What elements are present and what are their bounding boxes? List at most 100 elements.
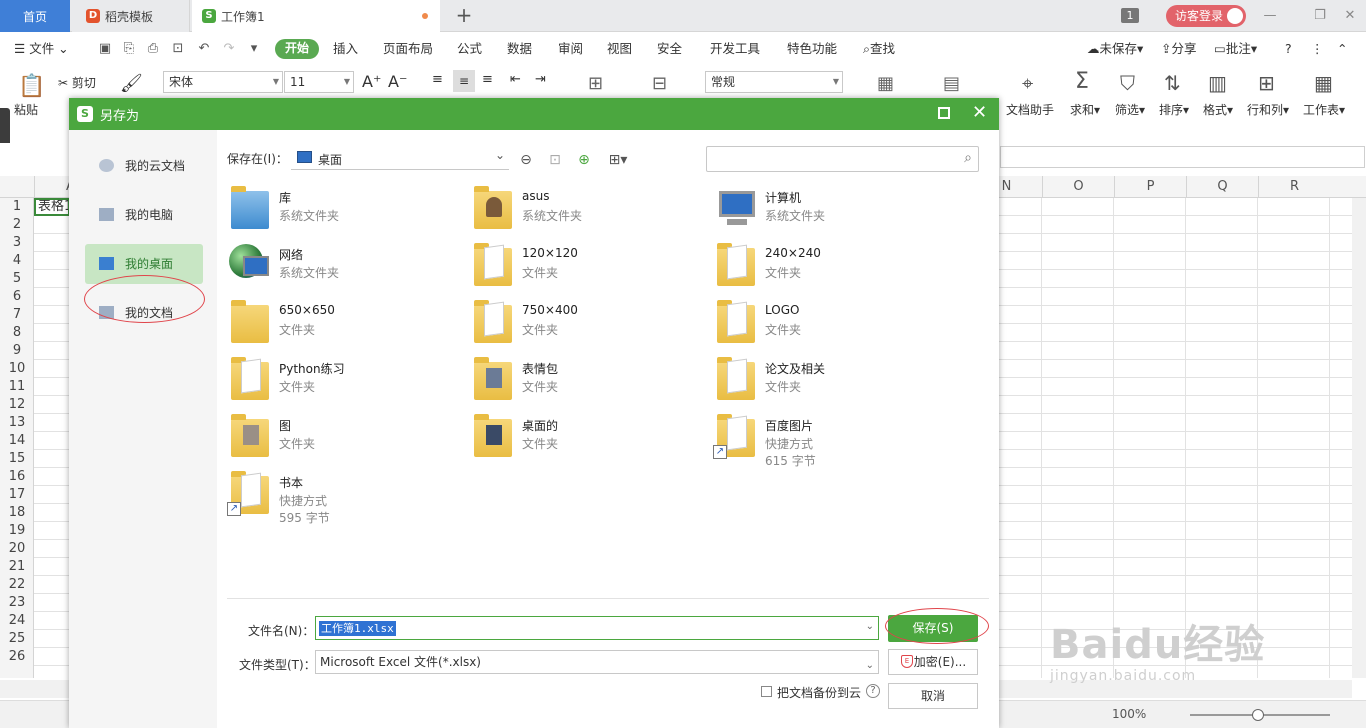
dialog-search-input[interactable]: ⌕ [706,146,979,172]
restore-icon[interactable]: ❐ [1310,6,1330,26]
unsaved-status[interactable]: ☁未保存▾ [1087,39,1143,59]
sidebar-item-cloud-docs[interactable]: 我的云文档 [85,146,203,186]
row-header[interactable]: 18 [0,504,34,522]
preview-icon[interactable]: ⊡ [170,41,186,57]
increase-font-icon[interactable]: A⁺ [362,72,381,91]
cancel-button[interactable]: 取消 [888,683,978,709]
format-painter-icon[interactable]: 🖌 [120,73,143,94]
row-header[interactable]: 12 [0,396,34,414]
font-name-select[interactable]: 宋体 ▼ [163,71,283,93]
back-icon[interactable]: ⊖ [517,151,535,169]
filter-icon[interactable]: ⛉ [1120,71,1135,95]
menu-developer[interactable]: 开发工具 [710,39,760,59]
tab-home[interactable]: 首页 [0,0,70,32]
close-window-icon[interactable]: ✕ [1340,6,1360,26]
conditional-format-icon[interactable]: ▤ [943,73,960,94]
row-header[interactable]: 1 [0,198,34,216]
file-item[interactable]: 240×240 文件夹 [713,240,943,296]
paste-button[interactable]: 粘贴 [14,101,38,118]
row-header[interactable]: 23 [0,594,34,612]
row-header[interactable]: 5 [0,270,34,288]
cell-a1[interactable]: 表格1 [34,198,70,216]
column-header[interactable]: P [1114,176,1186,198]
collapse-ribbon-icon[interactable]: ⌃ [1337,39,1347,59]
row-header[interactable]: 8 [0,324,34,342]
window-count-badge[interactable]: 1 [1121,8,1139,23]
menu-insert[interactable]: 插入 [333,39,358,59]
menu-view[interactable]: 视图 [607,39,632,59]
new-tab-button[interactable]: + [450,0,478,32]
format-button[interactable]: 格式▾ [1203,101,1233,118]
row-header[interactable]: 20 [0,540,34,558]
encrypt-button[interactable]: E 加密(E)... [888,649,978,675]
column-header[interactable]: O [1042,176,1114,198]
file-item[interactable]: ↗ 书本 快捷方式 595 字节 [227,468,457,525]
row-header[interactable]: 19 [0,522,34,540]
row-header[interactable]: 11 [0,378,34,396]
comment-button[interactable]: ▭批注▾ [1214,39,1257,59]
redo-icon[interactable]: ↷ [221,41,237,57]
zoom-level[interactable]: 100% [1112,707,1146,721]
file-item[interactable]: 图文件夹 [227,411,457,467]
export-icon[interactable]: ⎘ [121,41,137,57]
sort-button[interactable]: 排序▾ [1159,101,1189,118]
search-command[interactable]: ⌕查找 [863,39,895,59]
file-item[interactable]: Python练习 文件夹 [227,354,457,410]
file-item[interactable]: 计算机 系统文件夹 [713,183,943,239]
row-header[interactable]: 17 [0,486,34,504]
row-header[interactable]: 9 [0,342,34,360]
cloud-backup-checkbox[interactable] [761,686,772,697]
align-top-icon[interactable]: ≡ [432,72,443,87]
sidebar-item-my-computer[interactable]: 我的电脑 [85,195,203,235]
up-folder-icon[interactable]: ⊡ [546,151,564,169]
tab-workbook[interactable]: S 工作簿1 [192,0,440,32]
menu-start[interactable]: 开始 [275,39,319,59]
menu-formula[interactable]: 公式 [457,39,482,59]
maximize-icon[interactable] [938,107,950,119]
more-options-icon[interactable]: ⋮ [1311,39,1324,59]
row-header[interactable]: 16 [0,468,34,486]
rows-cols-icon[interactable]: ⊞ [1258,71,1275,95]
row-header[interactable]: 13 [0,414,34,432]
worksheet-button[interactable]: 工作表▾ [1303,101,1345,118]
filetype-select[interactable]: Microsoft Excel 文件(*.xlsx) ⌄ [315,650,879,674]
new-folder-icon[interactable]: ⊕ [575,151,593,169]
menu-data[interactable]: 数据 [507,39,532,59]
merge-cells-icon[interactable]: ⊞ [588,73,603,94]
sum-icon[interactable]: Σ [1075,69,1089,94]
paste-icon[interactable]: 📋 [18,74,45,99]
file-item[interactable]: 库系统文件夹 [227,183,457,239]
row-header[interactable]: 24 [0,612,34,630]
row-header[interactable]: 2 [0,216,34,234]
vertical-scrollbar[interactable] [1352,198,1366,678]
filename-input[interactable]: 工作簿1.xlsx ⌄ [315,616,879,640]
column-header[interactable]: R [1258,176,1330,198]
row-header[interactable]: 21 [0,558,34,576]
row-header[interactable]: 15 [0,450,34,468]
file-item[interactable]: LOGO 文件夹 [713,297,943,353]
row-header[interactable]: 25 [0,630,34,648]
share-button[interactable]: ⇪分享 [1161,39,1197,59]
row-header[interactable]: 3 [0,234,34,252]
close-icon[interactable]: ✕ [972,102,987,124]
rows-cols-button[interactable]: 行和列▾ [1247,101,1289,118]
menu-security[interactable]: 安全 [657,39,682,59]
file-item[interactable]: 论文及相关 文件夹 [713,354,943,410]
more-icon[interactable]: ▾ [246,41,262,57]
indent-decrease-icon[interactable]: ⇤ [510,72,521,87]
zoom-slider-handle[interactable] [1252,709,1264,721]
undo-icon[interactable]: ↶ [196,41,212,57]
print-icon[interactable]: ⎙ [145,41,161,57]
file-item[interactable]: 750×400 文件夹 [470,297,700,353]
file-item[interactable]: 120×120 文件夹 [470,240,700,296]
align-bottom-icon[interactable]: ≡ [482,72,493,87]
align-middle-icon[interactable]: ≡ [453,70,475,92]
help-icon[interactable]: ? [866,684,880,698]
worksheet-icon[interactable]: ▦ [1314,71,1333,95]
font-size-select[interactable]: 11 ▼ [284,71,354,93]
file-item[interactable]: asus 系统文件夹 [470,183,700,239]
number-format-select[interactable]: 常规 ▼ [705,71,843,93]
doc-assistant-button[interactable]: 文档助手 [1006,101,1054,118]
table-style-icon[interactable]: ▦ [877,73,894,94]
row-header[interactable]: 7 [0,306,34,324]
